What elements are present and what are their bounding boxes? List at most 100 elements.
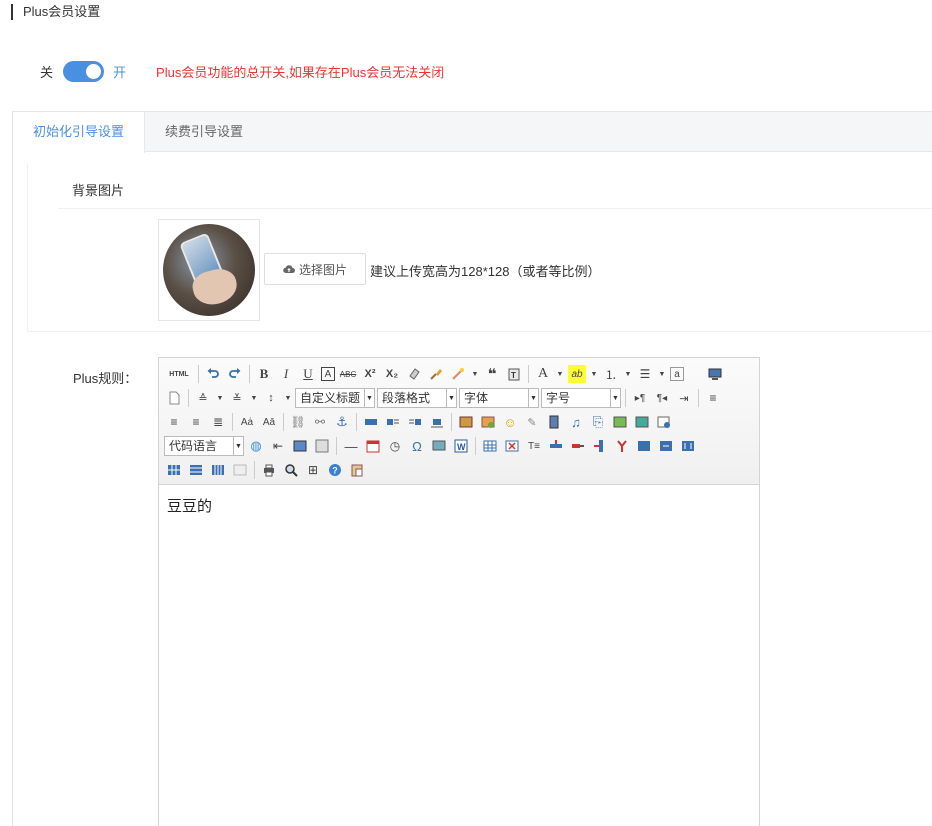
row-spacing-bottom-icon[interactable]: ≚ [228, 389, 246, 407]
drafts-icon[interactable] [348, 461, 366, 479]
redo-icon[interactable] [226, 365, 244, 383]
chevron-down-icon[interactable]: ▼ [556, 365, 564, 383]
web-app-icon[interactable]: ◍ [247, 437, 265, 455]
font-color-icon[interactable]: A [534, 365, 552, 383]
print-icon[interactable] [260, 461, 278, 479]
italic-icon[interactable]: I [277, 365, 295, 383]
split-cols-icon[interactable] [209, 461, 227, 479]
tab-init-guide[interactable]: 初始化引导设置 [13, 112, 146, 153]
strikethrough-icon[interactable]: ABC [339, 365, 357, 383]
date-icon[interactable] [364, 437, 382, 455]
insert-video-icon[interactable] [545, 413, 563, 431]
background-icon[interactable] [313, 437, 331, 455]
chevron-down-icon[interactable]: ▼ [284, 389, 292, 407]
lowercase-icon[interactable]: Aā [260, 413, 278, 431]
toolbar-row: ≙ ▼ ≚ ▼ ↕ ▼ 自定义标题 ▼ 段落格式 ▼ 字体 ▼ 字号 ▼ ▸¶ ¶◂ ⇥… [163, 386, 755, 410]
merge-cells-icon[interactable] [635, 437, 653, 455]
chevron-down-icon: ▼ [233, 437, 243, 455]
image-float-none-icon[interactable] [362, 413, 380, 431]
help-icon[interactable]: ? [326, 461, 344, 479]
page-break-icon[interactable]: ⇤ [269, 437, 287, 455]
chevron-down-icon[interactable]: ▼ [658, 365, 666, 383]
delete-row-icon[interactable] [569, 437, 587, 455]
ordered-list-icon[interactable]: ⒈ [602, 365, 620, 383]
bold-icon[interactable]: B [255, 365, 273, 383]
scrawl-icon[interactable]: ✎ [523, 413, 541, 431]
split-rows-icon[interactable] [187, 461, 205, 479]
music-icon[interactable]: ♫ [567, 413, 585, 431]
insert-paragraph-before-table-icon[interactable]: T≡ [525, 437, 543, 455]
align-center-icon[interactable]: ≡ [165, 413, 183, 431]
insert-image-icon[interactable] [479, 413, 497, 431]
chevron-down-icon[interactable]: ▼ [471, 365, 479, 383]
template-icon[interactable] [291, 437, 309, 455]
chevron-down-icon[interactable]: ▼ [590, 365, 598, 383]
ltr-direction-icon[interactable]: ▸¶ [631, 389, 649, 407]
split-cells-icon[interactable] [165, 461, 183, 479]
merge-right-icon[interactable] [657, 437, 675, 455]
chevron-down-icon[interactable]: ▼ [216, 389, 224, 407]
paragraph-combo[interactable]: 段落格式 ▼ [377, 388, 457, 408]
image-float-right-icon[interactable] [406, 413, 424, 431]
align-justify-icon[interactable]: ≣ [209, 413, 227, 431]
font-border-icon[interactable]: A [321, 367, 335, 381]
indent-icon[interactable]: ⇥ [675, 389, 693, 407]
special-char-icon[interactable]: Ω [408, 437, 426, 455]
insert-col-icon[interactable] [591, 437, 609, 455]
chart-icon[interactable] [231, 461, 249, 479]
superscript-icon[interactable]: X² [361, 365, 379, 383]
highlight-color-icon[interactable]: ab [568, 365, 586, 383]
tab-renew-guide[interactable]: 续费引导设置 [145, 112, 263, 152]
word-image-icon[interactable]: W [452, 437, 470, 455]
delete-col-icon[interactable] [613, 437, 631, 455]
choose-image-button[interactable]: 选择图片 [264, 253, 366, 285]
align-right-icon[interactable]: ≡ [187, 413, 205, 431]
subscript-icon[interactable]: X₂ [383, 365, 401, 383]
auto-format-icon[interactable] [449, 365, 467, 383]
delete-table-icon[interactable] [503, 437, 521, 455]
link-icon[interactable]: ⛓ [289, 413, 307, 431]
html-source-icon[interactable]: HTML [165, 365, 193, 383]
insert-row-icon[interactable] [547, 437, 565, 455]
snap-screen-icon[interactable] [430, 437, 448, 455]
find-replace-icon[interactable]: ⊞ [304, 461, 322, 479]
format-brush-icon[interactable] [427, 365, 445, 383]
paste-plain-icon[interactable]: T [505, 365, 523, 383]
chevron-down-icon[interactable]: ▼ [624, 365, 632, 383]
unlink-icon[interactable]: ⚯ [311, 413, 329, 431]
merge-down-icon[interactable] [679, 437, 697, 455]
eraser-icon[interactable] [405, 365, 423, 383]
emotion-icon[interactable]: ☺ [501, 413, 519, 431]
uppercase-icon[interactable]: Aȧ [238, 413, 256, 431]
time-icon[interactable]: ◷ [386, 437, 404, 455]
line-height-icon[interactable]: ↕ [262, 389, 280, 407]
select-all-icon[interactable]: a [670, 367, 684, 381]
plus-master-toggle[interactable] [63, 60, 105, 82]
image-center-icon[interactable] [428, 413, 446, 431]
heading-combo[interactable]: 自定义标题 ▼ [295, 388, 375, 408]
row-spacing-top-icon[interactable]: ≙ [194, 389, 212, 407]
undo-icon[interactable] [204, 365, 222, 383]
chevron-down-icon[interactable]: ▼ [250, 389, 258, 407]
editor-content[interactable]: 豆豆的 [159, 485, 759, 526]
anchor-icon[interactable]: ⚓ [333, 413, 351, 431]
google-map-icon[interactable] [633, 413, 651, 431]
map-icon[interactable] [611, 413, 629, 431]
simple-upload-icon[interactable] [457, 413, 475, 431]
unordered-list-icon[interactable]: ☰ [636, 365, 654, 383]
blockquote-icon[interactable]: ❝ [483, 365, 501, 383]
preview-icon[interactable] [706, 365, 724, 383]
image-float-left-icon[interactable] [384, 413, 402, 431]
horizontal-rule-icon[interactable]: — [342, 437, 360, 455]
font-family-combo[interactable]: 字体 ▼ [459, 388, 539, 408]
clear-doc-icon[interactable] [165, 389, 183, 407]
search-icon[interactable] [282, 461, 300, 479]
insert-table-icon[interactable] [481, 437, 499, 455]
code-language-combo[interactable]: 代码语言 ▼ [164, 436, 244, 456]
attachment-icon[interactable]: ⎘ [589, 413, 607, 431]
font-size-combo[interactable]: 字号 ▼ [541, 388, 621, 408]
align-left-icon[interactable]: ≡ [704, 389, 722, 407]
rtl-direction-icon[interactable]: ¶◂ [653, 389, 671, 407]
insert-frame-icon[interactable] [655, 413, 673, 431]
underline-icon[interactable]: U [299, 365, 317, 383]
